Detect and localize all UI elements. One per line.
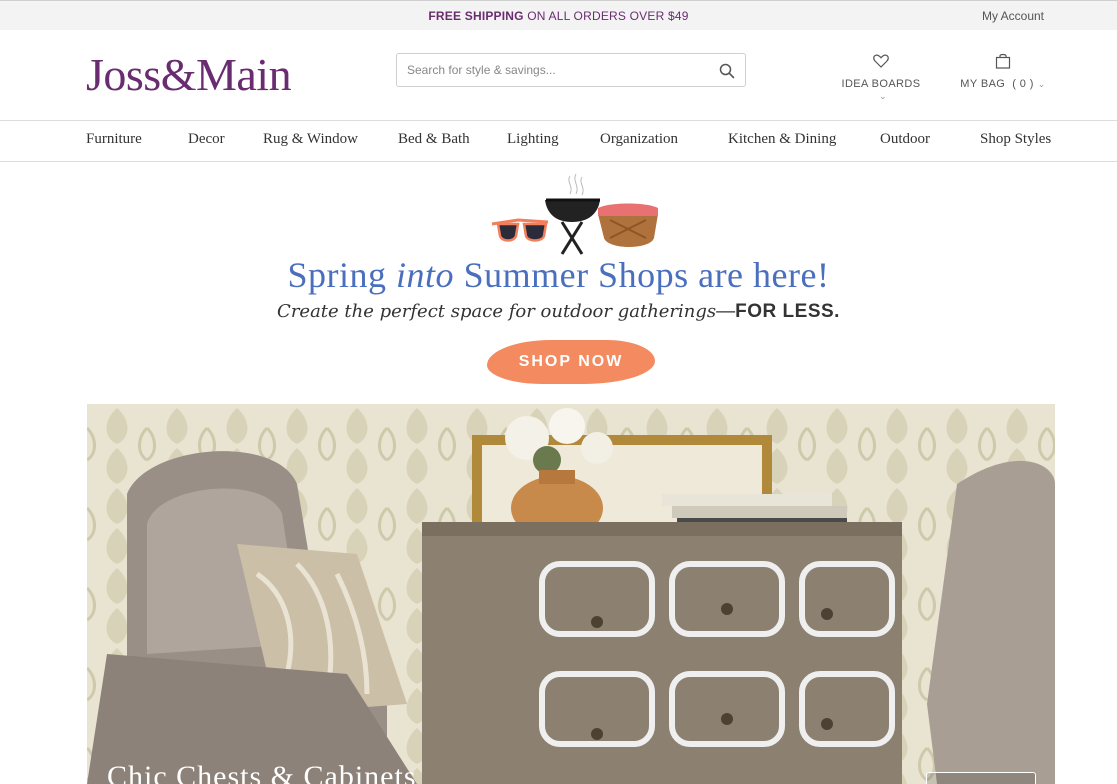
sunglasses-grill-basket-illustration	[491, 173, 658, 255]
nav-item-rug-window[interactable]: Rug & Window	[263, 131, 358, 148]
shopping-bag-icon	[995, 53, 1011, 69]
feature-banner[interactable]: Chic Chests & Cabinets	[87, 404, 1055, 784]
site-logo[interactable]: Joss&Main	[86, 45, 292, 105]
my-bag-button[interactable]: MY BAG ( 0 ) ⌄	[960, 52, 1046, 90]
headline-part-2: Summer Shops are here!	[454, 255, 830, 295]
free-shipping-detail: ON ALL ORDERS OVER $49	[523, 9, 689, 23]
spring-summer-promo: Spring into Summer Shops are here! Creat…	[0, 162, 1117, 404]
search-box[interactable]	[396, 53, 746, 87]
promo-bar: FREE SHIPPING ON ALL ORDERS OVER $49 My …	[0, 0, 1117, 30]
nav-item-bed-bath[interactable]: Bed & Bath	[398, 131, 470, 148]
subheadline-bold: FOR LESS.	[735, 301, 840, 322]
chevron-down-icon: ⌄	[1037, 79, 1046, 89]
nav-item-furniture[interactable]: Furniture	[86, 131, 142, 148]
main-nav: Furniture Decor Rug & Window Bed & Bath …	[0, 121, 1117, 162]
nav-item-shop-styles[interactable]: Shop Styles	[980, 131, 1051, 148]
my-bag-label: MY BAG	[960, 78, 1006, 90]
shop-now-button[interactable]: SHOP NOW	[487, 340, 655, 384]
my-account-link[interactable]: My Account	[982, 9, 1044, 23]
search-icon[interactable]	[719, 63, 735, 79]
nav-item-organization[interactable]: Organization	[600, 131, 678, 148]
heart-icon	[873, 54, 889, 68]
headline-part-1: Spring	[287, 255, 397, 295]
free-shipping-message[interactable]: FREE SHIPPING ON ALL ORDERS OVER $49	[0, 9, 1117, 23]
nav-item-kitchen-dining[interactable]: Kitchen & Dining	[728, 131, 836, 148]
feature-shop-button[interactable]	[926, 772, 1036, 784]
headline-italic: into	[396, 255, 455, 295]
idea-boards-label: IDEA BOARDS	[841, 78, 921, 90]
free-shipping-label: FREE SHIPPING	[428, 9, 524, 23]
site-header: Joss&Main IDEA BOARDS⌄ MY BAG ( 0 )⌄	[0, 30, 1117, 121]
search-input[interactable]	[407, 54, 707, 86]
chevron-down-icon: ⌄	[879, 91, 887, 101]
promo-headline: Spring into Summer Shops are here!	[0, 254, 1117, 296]
idea-boards-button[interactable]: IDEA BOARDS⌄	[836, 52, 926, 102]
promo-subheadline: Create the perfect space for outdoor gat…	[0, 301, 1117, 323]
bag-count: ( 0 )	[1012, 78, 1034, 90]
nav-item-outdoor[interactable]: Outdoor	[880, 131, 930, 148]
armchair-and-chest-of-drawers-photo	[87, 404, 1055, 784]
subheadline-dash: —	[716, 301, 736, 322]
nav-item-decor[interactable]: Decor	[188, 131, 225, 148]
subheadline-italic: Create the perfect space for outdoor gat…	[277, 301, 717, 322]
nav-item-lighting[interactable]: Lighting	[507, 131, 559, 148]
feature-title: Chic Chests & Cabinets	[107, 760, 417, 784]
